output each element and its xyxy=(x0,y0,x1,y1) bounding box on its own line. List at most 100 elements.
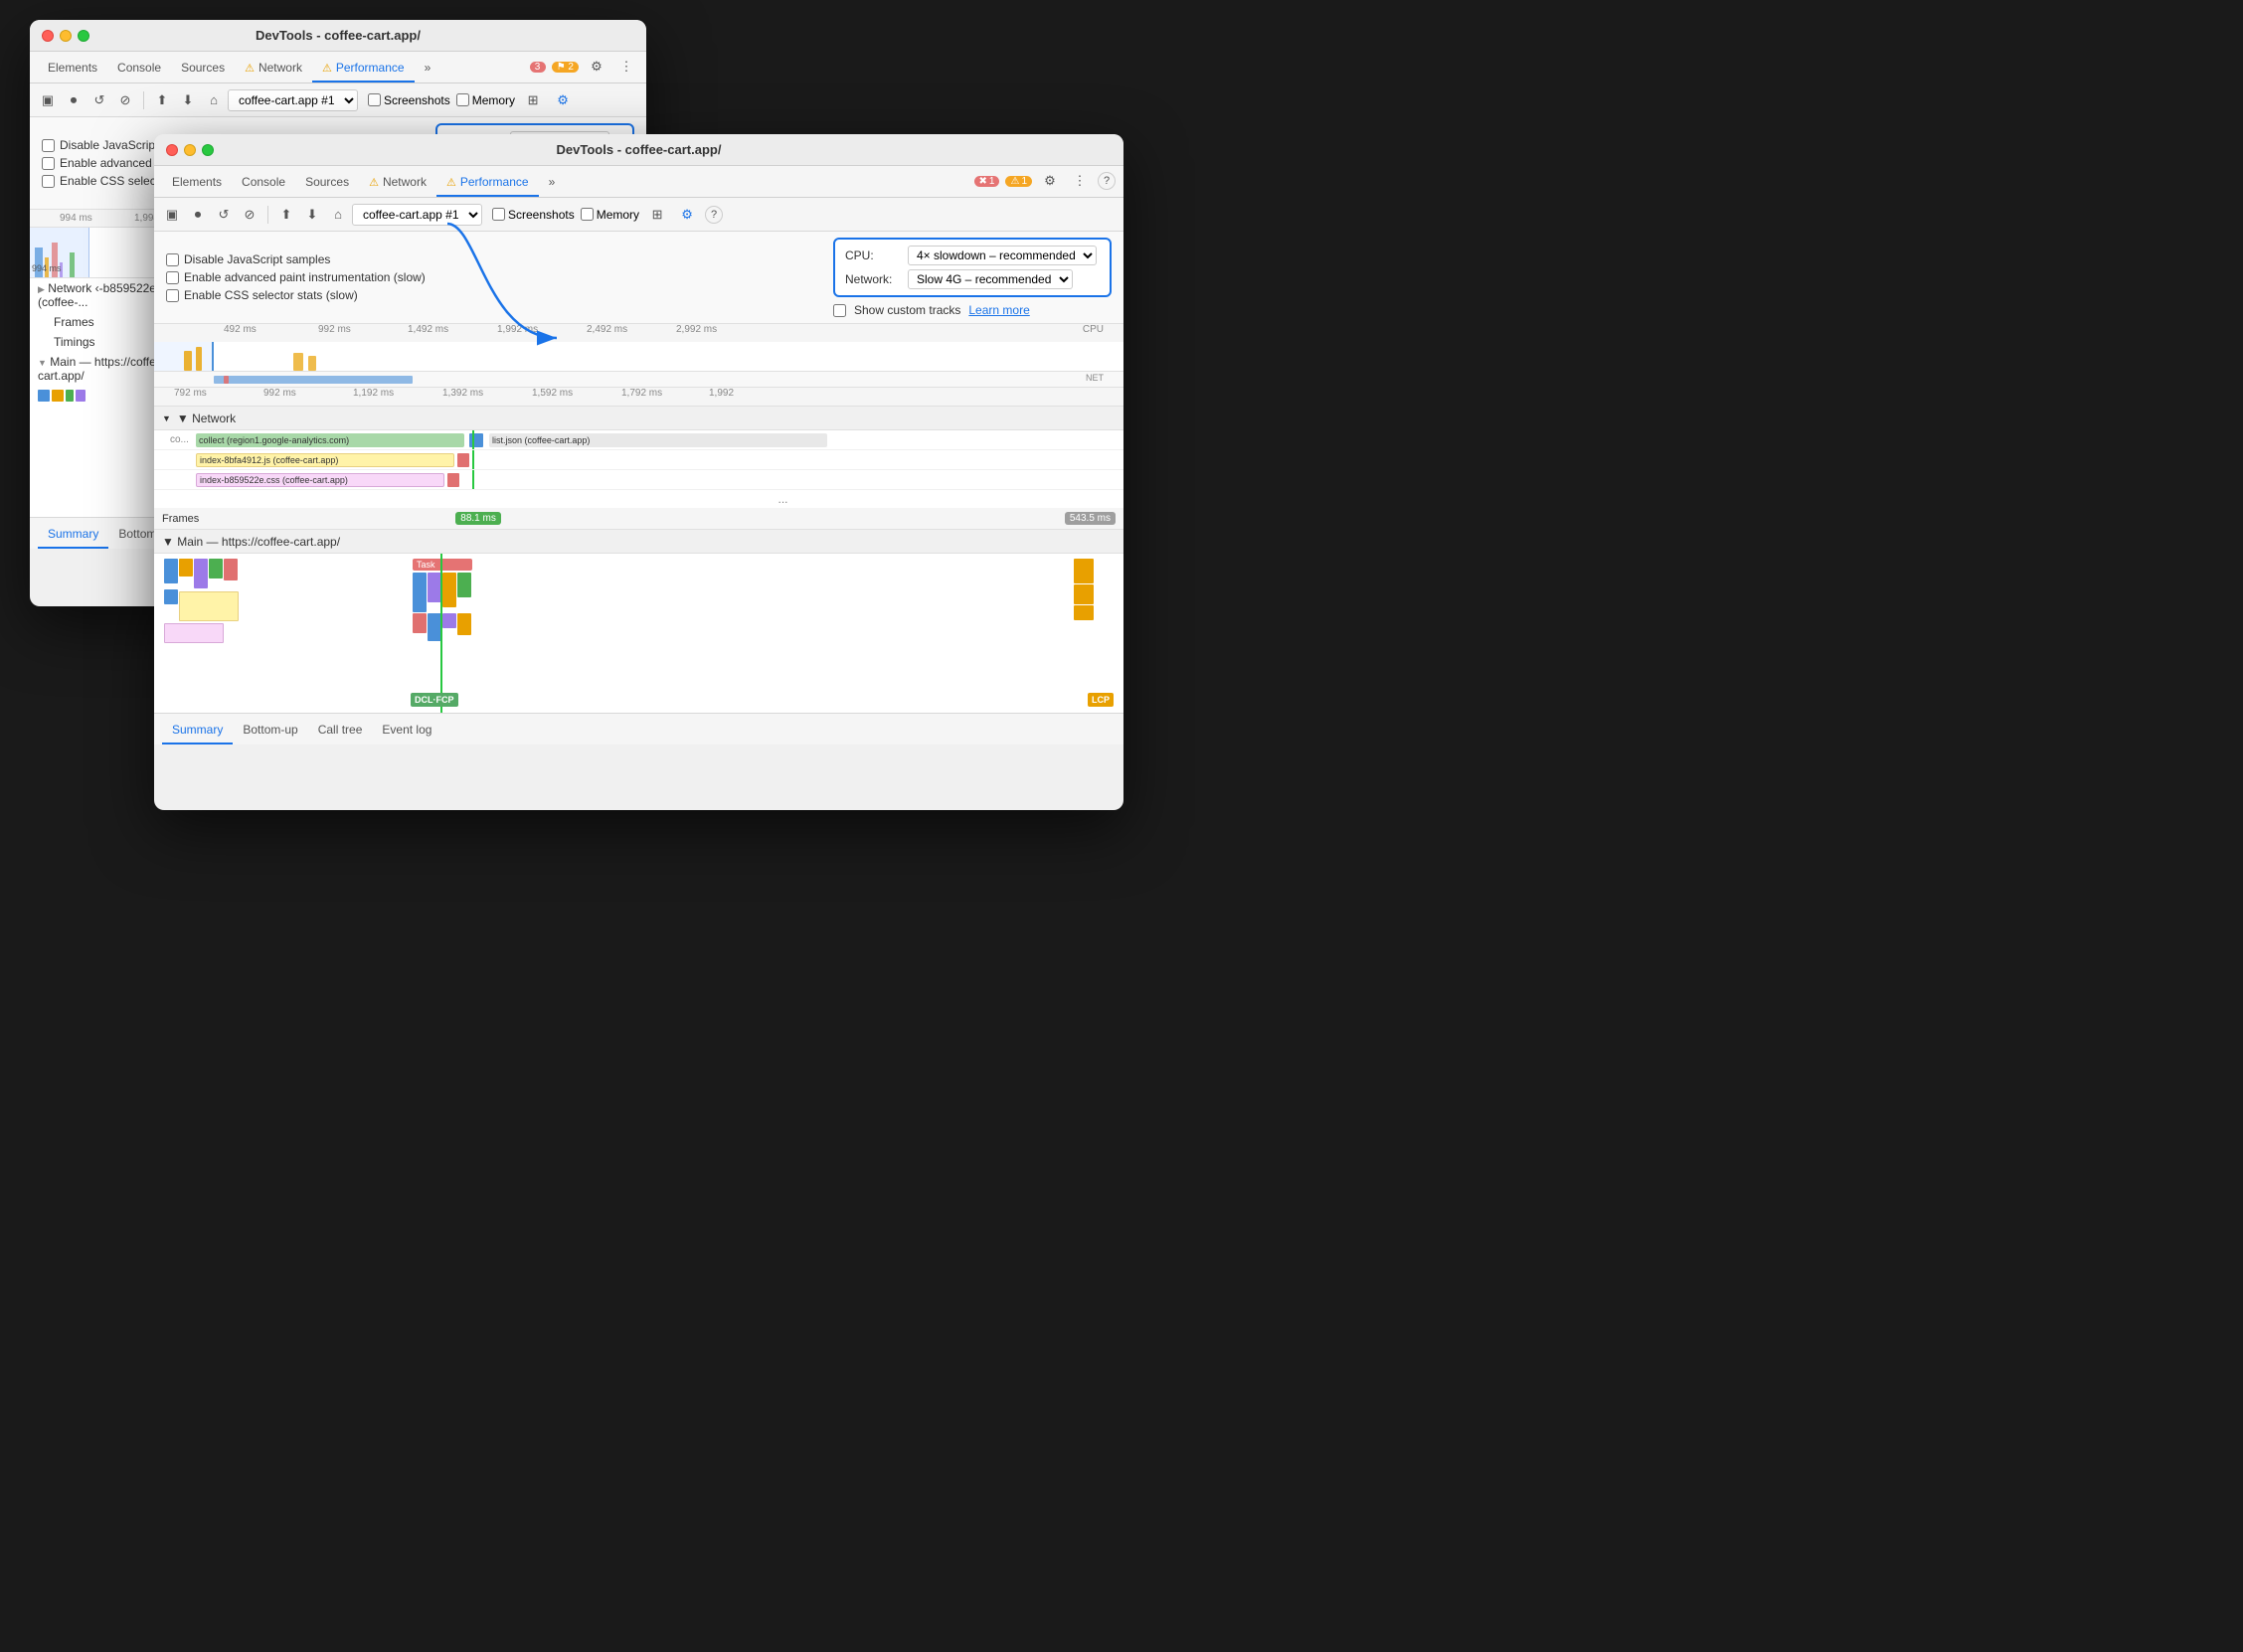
warn-icon-perf-2: ⚠ xyxy=(446,176,456,189)
devtools-window-2: DevTools - coffee-cart.app/ Elements Con… xyxy=(154,134,1123,810)
upload-icon-2[interactable]: ⬆ xyxy=(274,203,298,227)
cpu-throttle-row-2: CPU: 4× slowdown – recommended xyxy=(845,246,1100,265)
error-badge-2: ✖ 1 xyxy=(974,176,1000,187)
tab-elements-1[interactable]: Elements xyxy=(38,57,107,83)
listjson-bar[interactable]: list.json (coffee-cart.app) xyxy=(489,433,827,447)
screenshots-check-2[interactable] xyxy=(492,208,505,221)
help-icon-2[interactable]: ? xyxy=(1098,172,1116,190)
cpu-label-2: CPU: xyxy=(845,248,900,262)
download-icon-2[interactable]: ⬇ xyxy=(300,203,324,227)
record-icon-1[interactable]: ⏺ xyxy=(62,88,86,112)
tab-bottomup-2[interactable]: Bottom-up xyxy=(233,719,307,744)
indexjs-bar[interactable]: index-8bfa4912.js (coffee-cart.app) xyxy=(196,453,454,467)
cancel-icon-2[interactable]: ⊘ xyxy=(238,203,261,227)
settings-gear-2[interactable]: ⚙ xyxy=(675,203,699,227)
tab-sources-1[interactable]: Sources xyxy=(171,57,235,83)
maximize-button-1[interactable] xyxy=(78,30,89,42)
throttle-box-2: CPU: 4× slowdown – recommended Network: … xyxy=(833,238,1112,297)
cancel-icon-1[interactable]: ⊘ xyxy=(113,88,137,112)
settings-row-2: Disable JavaScript samples Enable advanc… xyxy=(166,238,1112,317)
warn-icon-net-2: ⚠ xyxy=(369,176,379,189)
network-cond-icon-2[interactable]: ⊞ xyxy=(645,203,669,227)
network-cond-icon-1[interactable]: ⊞ xyxy=(521,88,545,112)
cpu-select-2[interactable]: 4× slowdown – recommended xyxy=(908,246,1097,265)
tab-console-2[interactable]: Console xyxy=(232,171,295,197)
screenshots-check-1[interactable] xyxy=(368,93,381,106)
green-vline-3 xyxy=(472,470,474,489)
ruler-992: 992 ms xyxy=(318,324,351,335)
indexcss-bar[interactable]: index-b859522e.css (coffee-cart.app) xyxy=(196,473,444,487)
tab-eventlog-2[interactable]: Event log xyxy=(372,719,441,744)
tab-network-1[interactable]: ⚠ Network xyxy=(235,57,312,83)
memory-check-1[interactable] xyxy=(456,93,469,106)
network-select-2[interactable]: Slow 4G – recommended xyxy=(908,269,1073,289)
record-icon-2[interactable]: ⏺ xyxy=(186,203,210,227)
warn-badge-1: ⚑ 2 xyxy=(552,62,579,73)
lcp-marker: LCP xyxy=(1088,693,1114,707)
minimize-button-2[interactable] xyxy=(184,144,196,156)
main-header-2[interactable]: ▼ Main — https://coffee-cart.app/ xyxy=(154,530,1123,554)
timeline-ruler-top-2: 492 ms 992 ms 1,492 ms 1,992 ms 2,492 ms… xyxy=(154,324,1123,407)
sep1 xyxy=(143,91,144,109)
frame-mark-1: 88.1 ms xyxy=(455,512,501,525)
tab-console-1[interactable]: Console xyxy=(107,57,171,83)
home-icon-1[interactable]: ⌂ xyxy=(202,88,226,112)
minimize-button-1[interactable] xyxy=(60,30,72,42)
traffic-lights-1 xyxy=(42,30,89,42)
upload-icon-1[interactable]: ⬆ xyxy=(150,88,174,112)
css-selector-checkbox-2[interactable]: Enable CSS selector stats (slow) xyxy=(166,288,821,302)
settings-gear-1[interactable]: ⚙ xyxy=(551,88,575,112)
tab-summary-1[interactable]: Summary xyxy=(38,523,108,549)
custom-tracks-2[interactable]: Show custom tracks Learn more xyxy=(833,303,1112,317)
collect-bar[interactable]: collect (region1.google-analytics.com) xyxy=(196,433,464,447)
device-select-2[interactable]: coffee-cart.app #1 xyxy=(352,204,482,226)
tab-performance-2[interactable]: ⚠ Performance xyxy=(436,171,539,197)
close-button-2[interactable] xyxy=(166,144,178,156)
tab-elements-2[interactable]: Elements xyxy=(162,171,232,197)
titlebar-1: DevTools - coffee-cart.app/ xyxy=(30,20,646,52)
help-icon-2b[interactable]: ? xyxy=(705,206,723,224)
ruler-1592: 1,592 ms xyxy=(532,388,573,399)
tab-more-2[interactable]: » xyxy=(539,171,566,197)
ruler-1792: 1,792 ms xyxy=(621,388,662,399)
download-icon-1[interactable]: ⬇ xyxy=(176,88,200,112)
track-content-3: index-b859522e.css (coffee-cart.app) xyxy=(186,470,1123,489)
green-vline-2 xyxy=(472,450,474,469)
settings-icon-2[interactable]: ⚙ xyxy=(1038,169,1062,193)
more-icon-1[interactable]: ⋮ xyxy=(614,55,638,79)
device-select-1[interactable]: coffee-cart.app #1 xyxy=(228,89,358,111)
ruler-1992-top: 1,992 ms xyxy=(497,324,538,335)
ruler-1392: 1,392 ms xyxy=(442,388,483,399)
settings-icon-1[interactable]: ⚙ xyxy=(585,55,608,79)
home-icon-2[interactable]: ⌂ xyxy=(326,203,350,227)
titlebar-2: DevTools - coffee-cart.app/ xyxy=(154,134,1123,166)
learn-more-2[interactable]: Learn more xyxy=(968,303,1029,317)
memory-check-2[interactable] xyxy=(581,208,594,221)
green-vline xyxy=(472,430,474,449)
more-icon-2[interactable]: ⋮ xyxy=(1068,169,1092,193)
ruler-mark-1: 994 ms xyxy=(60,213,92,224)
close-button-1[interactable] xyxy=(42,30,54,42)
network-header-2[interactable]: ▼ ▼ Network xyxy=(154,407,1123,430)
main-timeline-2: Task DCL·FCP LCP xyxy=(154,554,1123,713)
advanced-paint-checkbox-2[interactable]: Enable advanced paint instrumentation (s… xyxy=(166,270,821,284)
tab-calltree-2[interactable]: Call tree xyxy=(308,719,373,744)
maximize-button-2[interactable] xyxy=(202,144,214,156)
network-track-1: co... collect (region1.google-analytics.… xyxy=(154,430,1123,450)
disable-js-checkbox-2[interactable]: Disable JavaScript samples xyxy=(166,252,821,266)
net-label: NET xyxy=(1086,373,1104,383)
frames-row-2: Frames 88.1 ms 543.5 ms xyxy=(154,508,1123,530)
panel-icon-2[interactable]: ▣ xyxy=(160,203,184,227)
tab-summary-2[interactable]: Summary xyxy=(162,719,233,744)
network-label-2: Network: xyxy=(845,272,900,286)
tab-sources-2[interactable]: Sources xyxy=(295,171,359,197)
frames-label-2: Frames xyxy=(162,513,199,525)
tab-more-1[interactable]: » xyxy=(415,57,441,83)
reload-icon-1[interactable]: ↺ xyxy=(87,88,111,112)
reload-icon-2[interactable]: ↺ xyxy=(212,203,236,227)
tab-performance-1[interactable]: ⚠ Performance xyxy=(312,57,415,83)
tab-network-2[interactable]: ⚠ Network xyxy=(359,171,436,197)
panel-icon-1[interactable]: ▣ xyxy=(36,88,60,112)
ruler-1492: 1,492 ms xyxy=(408,324,448,335)
network-throttle-row-2: Network: Slow 4G – recommended xyxy=(845,269,1100,289)
